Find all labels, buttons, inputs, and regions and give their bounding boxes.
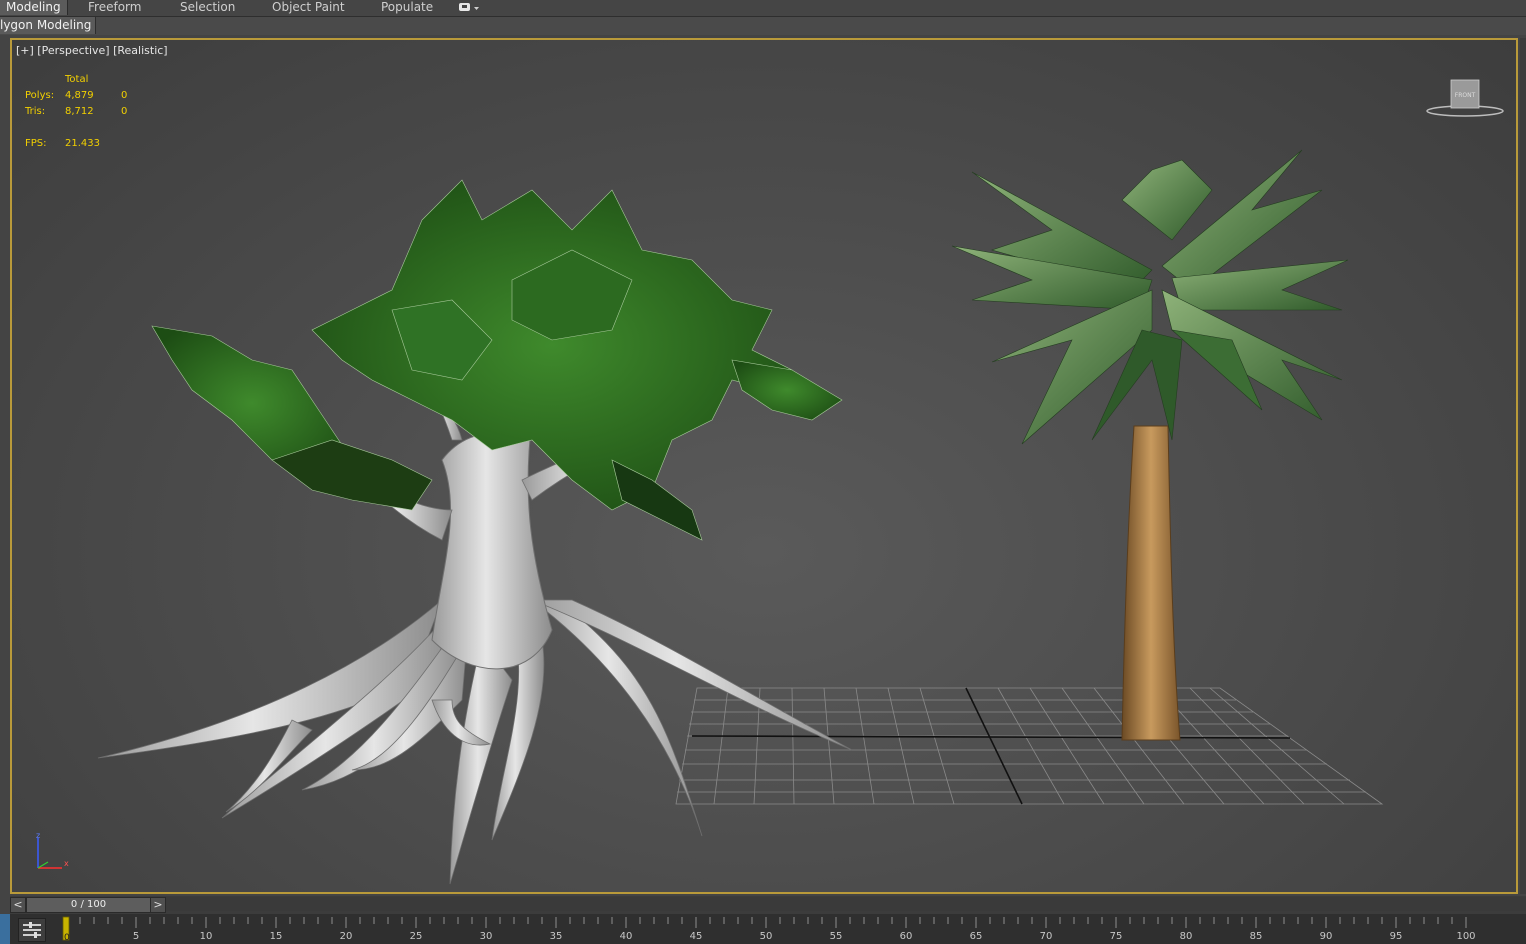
stats-fps-label: FPS:	[25, 138, 47, 149]
track-bar: 5 10 15 20 25 30 35 40 45 50 55 60 65 70 75 80 85 90 95 100…	[0, 914, 1526, 944]
stats-total-header: Total	[65, 74, 89, 85]
ruler-label: 5	[133, 931, 139, 942]
axis-z-label: z	[36, 832, 40, 840]
ruler-label: 40	[620, 931, 633, 942]
perspective-viewport[interactable]: [+] [Perspective] [Realistic] Total Poly…	[10, 38, 1518, 894]
ribbon-tab-bar: Modeling Freeform Selection Object Paint…	[0, 0, 1526, 17]
stats-tris-label: Tris:	[25, 106, 46, 117]
stats-tris-total: 8,712	[65, 106, 94, 117]
tab-freeform[interactable]: Freeform	[82, 0, 147, 15]
viewport-scene	[97, 149, 1384, 885]
stats-polys-label: Polys:	[25, 90, 55, 101]
track-bar-left-edge	[0, 914, 10, 944]
grid-axes	[691, 687, 1291, 805]
ruler-label: 80	[1180, 931, 1193, 942]
ruler-label: 65	[970, 931, 983, 942]
time-slider-next-button[interactable]: >	[150, 897, 166, 913]
time-slider-thumb[interactable]: 0 / 100	[26, 897, 151, 913]
ribbon-options-dropdown[interactable]	[458, 2, 480, 14]
viewcube[interactable]: FRONT	[1425, 78, 1505, 122]
ruler-label: 50	[760, 931, 773, 942]
ruler-label: 35	[550, 931, 563, 942]
stats-fps-value: 21.433	[65, 138, 100, 149]
viewcube-front-face: FRONT	[1455, 92, 1476, 99]
frame-ruler[interactable]: 5 10 15 20 25 30 35 40 45 50 55 60 65 70 75 80 85 90 95 100…	[54, 914, 1484, 944]
ruler-label: 100	[1456, 931, 1475, 942]
viewport-label-menu[interactable]: [+] [Perspective] [Realistic]	[16, 44, 168, 57]
stats-polys-total: 4,879	[65, 90, 94, 101]
tab-populate[interactable]: Populate	[375, 0, 439, 15]
frame-ruler-ticks	[65, 917, 1467, 928]
ruler-label: 55	[830, 931, 843, 942]
axis-tripod-icon: z x	[36, 832, 69, 869]
ruler-label: 90	[1320, 931, 1333, 942]
current-frame-label: 0	[64, 933, 70, 943]
palm-trunk	[1121, 425, 1181, 741]
ribbon-panel-row: lygon Modeling	[0, 17, 1526, 35]
stats-tris-selected: 0	[121, 106, 128, 117]
palm-fronds	[951, 149, 1349, 445]
curve-editor-icon[interactable]	[18, 918, 46, 942]
ruler-label: 70	[1040, 931, 1053, 942]
ruler-label: 60	[900, 931, 913, 942]
time-slider: < 0 / 100 >	[10, 896, 1526, 914]
axis-x-label: x	[64, 859, 69, 868]
stats-polys-selected: 0	[121, 90, 128, 101]
ruler-label: 75	[1110, 931, 1123, 942]
ruler-label: 15	[270, 931, 283, 942]
viewport-edge-strip	[1520, 38, 1526, 894]
ruler-label: 95	[1390, 931, 1403, 942]
time-slider-track[interactable]	[166, 897, 1526, 911]
time-slider-previous-button[interactable]: <	[10, 897, 26, 913]
tab-object-paint[interactable]: Object Paint	[266, 0, 351, 15]
home-grid	[675, 687, 1384, 805]
polygon-modeling-panel-tab[interactable]: lygon Modeling	[0, 17, 97, 34]
ruler-label: 45	[690, 931, 703, 942]
ruler-label: 30	[480, 931, 493, 942]
tab-selection[interactable]: Selection	[174, 0, 241, 15]
ruler-label: 85	[1250, 931, 1263, 942]
ruler-label: 25	[410, 931, 423, 942]
ruler-label: 10	[200, 931, 213, 942]
tree-trunk	[431, 418, 553, 670]
ruler-label: 20	[340, 931, 353, 942]
tab-modeling[interactable]: Modeling	[0, 0, 68, 15]
